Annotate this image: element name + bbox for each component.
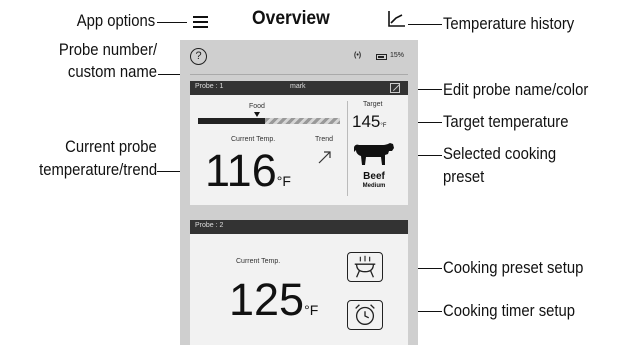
current-temp-value: 125: [229, 274, 305, 325]
grill-icon: [354, 255, 376, 278]
callout-selected-preset-2: preset: [443, 168, 485, 186]
callout-app-options: App options: [76, 12, 155, 30]
target-label: Target: [363, 101, 383, 108]
cooking-timer-button[interactable]: [347, 300, 383, 330]
current-temp-unit: °F: [276, 173, 291, 189]
probe-custom-name: mark: [290, 83, 306, 90]
callout-line-temperature-history: [408, 24, 442, 25]
probe-header-1: Probe : 1 mark: [190, 81, 408, 95]
callout-probe-number-2: custom name: [67, 63, 157, 81]
page-title: Overview: [252, 8, 330, 29]
signal-icon: (•): [354, 52, 362, 59]
current-temp-label: Current Temp.: [231, 136, 276, 143]
callout-probe-number-1: Probe number/: [58, 41, 157, 59]
current-temp-value: 116: [205, 145, 277, 196]
target-temperature[interactable]: 145°F: [352, 112, 386, 132]
status-divider: [190, 74, 408, 75]
food-label: Food: [249, 103, 265, 110]
trend-arrow-up-icon: [318, 151, 331, 164]
callout-timer-setup: Cooking timer setup: [443, 302, 576, 320]
cow-icon[interactable]: [352, 140, 396, 168]
callout-selected-preset-1: Selected cooking: [443, 145, 557, 163]
probe-header-2: Probe : 2: [190, 220, 408, 234]
probe-card-2[interactable]: Probe : 2 Current Temp. 125°F: [190, 220, 408, 345]
app-screen: ? (•) 15% Probe : 1 mark Food Target 145…: [180, 40, 418, 345]
probe-card-1[interactable]: Probe : 1 mark Food Target 145°F Current…: [190, 81, 408, 205]
alarm-clock-icon: [355, 304, 375, 325]
hamburger-menu-icon[interactable]: [193, 16, 208, 28]
edit-icon[interactable]: [390, 83, 400, 93]
cooking-preset-button[interactable]: [347, 252, 383, 282]
callout-line-app-options: [157, 22, 187, 23]
current-temp-label: Current Temp.: [236, 258, 281, 265]
probe-label: Probe : 1: [195, 83, 224, 90]
battery-icon: [376, 54, 387, 60]
callout-current-temp-1: Current probe: [65, 138, 157, 156]
target-temp-value: 145: [352, 112, 381, 131]
current-temp-unit: °F: [304, 302, 319, 318]
battery-percent: 15%: [390, 52, 405, 59]
probe-label: Probe : 2: [195, 222, 224, 229]
current-temperature: 125°F: [229, 272, 318, 338]
current-temperature: 116°F: [205, 143, 291, 209]
target-temp-unit: °F: [380, 123, 387, 129]
cooking-progress-fill: [198, 118, 265, 124]
card-divider: [347, 101, 348, 196]
callout-temperature-history: Temperature history: [443, 15, 575, 33]
callout-target-temp: Target temperature: [443, 113, 569, 131]
food-marker-icon: [254, 112, 260, 117]
help-icon[interactable]: ?: [190, 48, 207, 65]
callout-preset-setup: Cooking preset setup: [443, 259, 584, 277]
preset-doneness: Medium: [362, 183, 386, 189]
cooking-progress-bar: [198, 118, 340, 124]
callout-current-temp-2: temperature/trend: [38, 161, 157, 179]
preset-name: Beef: [363, 171, 385, 182]
line-chart-icon[interactable]: [388, 11, 406, 27]
trend-label: Trend: [315, 136, 334, 143]
callout-edit-probe: Edit probe name/color: [443, 81, 589, 99]
status-bar: ? (•) 15%: [180, 40, 418, 78]
